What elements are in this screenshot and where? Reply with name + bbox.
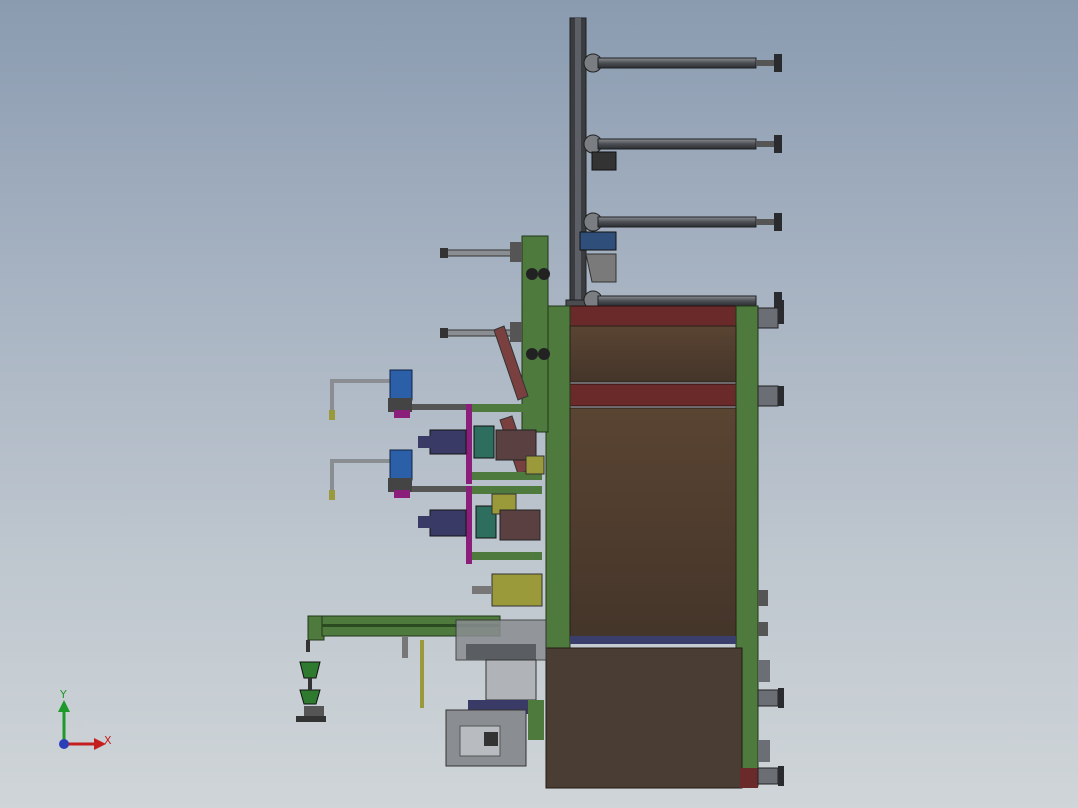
olive-block — [491, 573, 543, 607]
bracket-gray — [585, 253, 617, 283]
y-axis-label: Y — [59, 688, 67, 701]
caster-wheels — [757, 300, 784, 786]
coordinate-triad: Y X — [58, 688, 112, 750]
cabinet-frame — [545, 305, 759, 789]
cad-viewport[interactable]: Y X — [0, 0, 1078, 808]
station-middle — [329, 449, 542, 564]
pneumatic-cylinder-2 — [440, 322, 522, 342]
lower-mechanism — [445, 619, 547, 767]
x-axis-label: X — [104, 734, 112, 747]
rod-arm-1 — [583, 53, 782, 73]
machine-assembly-drawing[interactable]: Y X — [0, 0, 1078, 808]
z-axis-dot — [59, 739, 69, 749]
pneumatic-cylinder-1 — [440, 242, 522, 262]
sensor-box-1 — [591, 151, 617, 171]
triad-plane-icon — [64, 716, 92, 744]
sensor-box-2 — [579, 231, 617, 251]
rod-arm-3 — [583, 212, 782, 232]
rod-arm-2 — [583, 134, 782, 154]
green-mount-plate — [521, 235, 550, 433]
